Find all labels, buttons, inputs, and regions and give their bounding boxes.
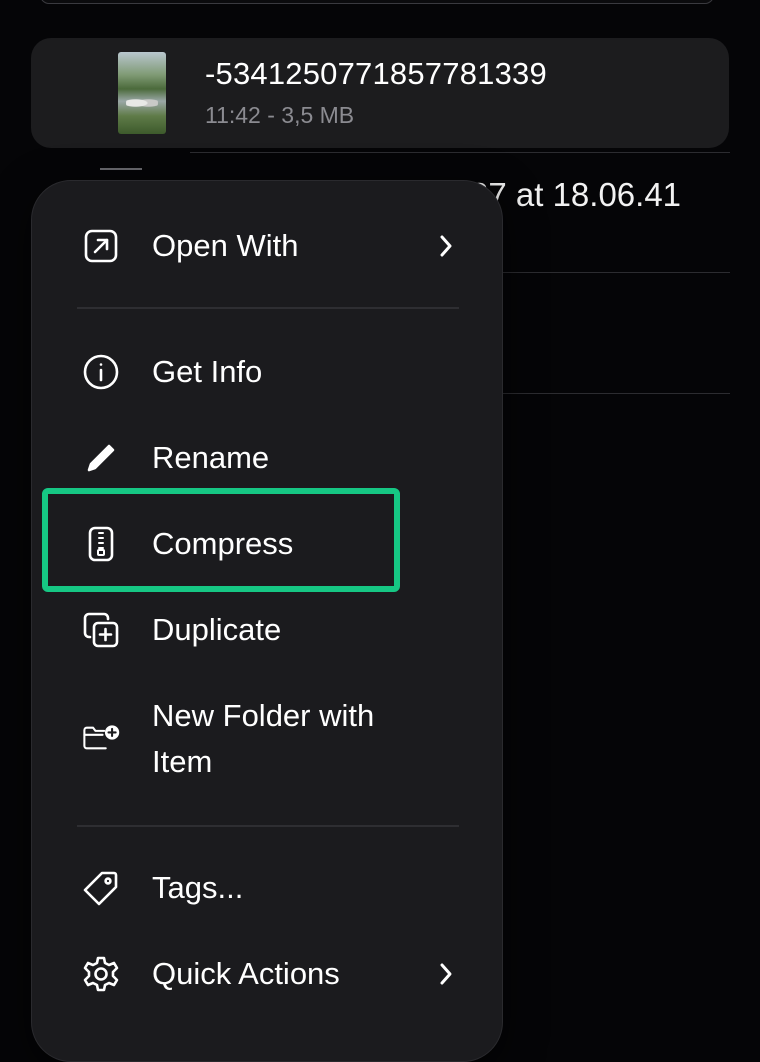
pencil-icon [82,439,120,477]
menu-item-label: Quick Actions [152,956,340,991]
row-separator [500,272,730,273]
file-list-row[interactable]: -5341250771857781339 11:42 - 3,5 MB [31,38,729,148]
menu-item-tags[interactable]: Tags... [32,865,502,911]
file-name-partial: 27 at 18.06.41 [470,176,682,213]
menu-item-new-folder-with-item[interactable]: New Folder with Item [32,693,502,785]
duplicate-icon [82,611,120,649]
row-separator [500,393,730,394]
menu-item-get-info[interactable]: Get Info [32,349,502,395]
menu-item-label: Open With [152,228,299,263]
menu-item-rename[interactable]: Rename [32,435,502,481]
tag-icon [82,869,120,907]
gear-icon [82,955,120,993]
file-meta: 11:42 - 3,5 MB [205,102,355,128]
chevron-right-icon [434,959,458,989]
file-name: -5341250771857781339 [205,56,547,91]
menu-item-label: Duplicate [152,612,282,647]
menu-item-label: New Folder with Item [152,698,375,779]
info-icon [82,353,120,391]
compress-highlight-box [42,488,400,592]
menu-item-label: Rename [152,440,270,475]
menu-divider [77,307,459,309]
row-separator [190,152,730,153]
menu-item-open-with[interactable]: Open With [32,223,502,269]
chevron-right-icon [434,231,458,261]
open-with-icon [82,227,120,265]
previous-row-edge [40,0,714,4]
menu-item-label: Get Info [152,354,263,389]
new-folder-icon [82,719,130,757]
menu-divider [77,825,459,827]
context-menu: Open With Get Info Rename Compress Dupli… [31,180,503,1062]
file-thumbnail [118,52,166,134]
menu-item-label: Tags... [152,870,244,905]
menu-item-quick-actions[interactable]: Quick Actions [32,951,502,997]
menu-item-duplicate[interactable]: Duplicate [32,607,502,653]
